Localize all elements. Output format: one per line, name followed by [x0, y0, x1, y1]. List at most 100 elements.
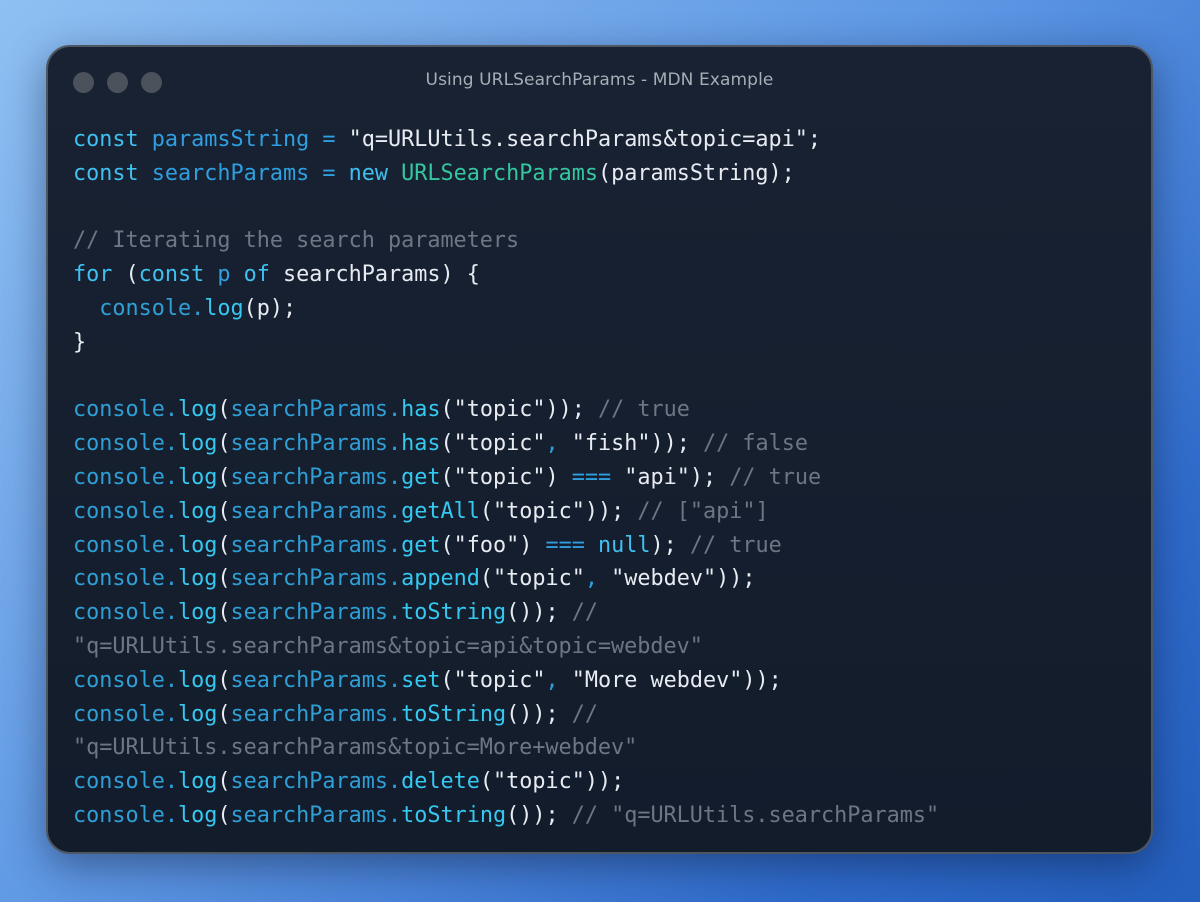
plain-token: ));	[650, 431, 690, 457]
plain-token: ));	[584, 498, 625, 524]
method-token: log	[177, 431, 218, 457]
code-line: for (const p of searchParams) {	[73, 258, 1131, 292]
object-token: console.	[73, 532, 178, 558]
code-line: console.log(searchParams.toString()); //…	[73, 799, 1131, 833]
code-line: console.log(searchParams.get("topic") ==…	[73, 461, 1131, 495]
plain-token: (	[440, 532, 454, 558]
comment-token: "q=URLUtils.searchParams&topic=More+webd…	[73, 735, 638, 761]
code-line: console.log(p);	[73, 292, 1131, 326]
operator-token: ,	[545, 431, 559, 457]
method-token: log	[177, 498, 218, 524]
plain-token: (	[217, 464, 231, 490]
plain-token: ;	[807, 127, 822, 152]
object-token: console.	[73, 431, 178, 457]
code-line: console.log(searchParams.toString()); //	[73, 596, 1131, 630]
code-line: console.log(searchParams.toString()); //	[73, 698, 1131, 732]
operator-token: =	[322, 127, 336, 152]
object-token: console.	[73, 464, 178, 490]
method-token: set	[401, 667, 441, 693]
keyword-token: for	[73, 262, 113, 288]
object-token: searchParams.	[230, 431, 402, 457]
plain-token: )	[519, 532, 546, 558]
keyword-token: new	[348, 160, 388, 186]
object-token: console.	[73, 701, 178, 727]
method-token: log	[177, 769, 218, 795]
object-token: console.	[73, 498, 178, 524]
plain-token: (	[440, 431, 454, 457]
plain-token: ));	[545, 397, 585, 423]
object-token: searchParams.	[230, 566, 402, 592]
object-token: searchParams.	[230, 532, 402, 558]
plain-token: ));	[584, 769, 625, 795]
method-token: get	[401, 464, 441, 490]
method-token: log	[177, 397, 218, 423]
plain-token: ));	[716, 566, 756, 592]
object-token: console.	[73, 600, 178, 626]
code-line: "q=URLUtils.searchParams&topic=api&topic…	[73, 630, 1131, 664]
string-token: "topic"	[453, 464, 546, 490]
string-token: "foo"	[453, 532, 520, 558]
method-token: append	[401, 566, 480, 592]
method-token: log	[177, 701, 218, 727]
keyword-token: const	[73, 160, 139, 186]
plain-token: (	[112, 262, 139, 288]
comment-token: // true	[584, 397, 690, 423]
object-token: searchParams.	[230, 802, 402, 828]
keyword-token: const	[138, 262, 205, 288]
object-token: searchParams.	[230, 701, 402, 727]
keyword-token: null	[597, 532, 651, 558]
plain-token: (	[217, 600, 231, 626]
variable-token: paramsString	[151, 127, 310, 152]
method-token: log	[177, 600, 218, 626]
object-token: console.	[73, 397, 178, 423]
code-line: const searchParams = new URLSearchParams…	[73, 157, 1131, 191]
code-line: console.log(searchParams.set("topic", "M…	[73, 664, 1131, 698]
method-token: log	[177, 566, 218, 592]
plain-token: (	[440, 397, 454, 423]
comment-token: // Iterating the search parameters	[73, 228, 520, 254]
string-token: "api"	[624, 464, 690, 490]
object-token: searchParams.	[230, 498, 402, 524]
string-token: "topic"	[453, 667, 546, 693]
plain-token: ());	[506, 802, 559, 828]
method-token: log	[204, 295, 244, 321]
string-token: "topic"	[492, 498, 585, 524]
plain-token: (	[440, 667, 454, 693]
method-token: toString	[401, 701, 507, 727]
object-token: searchParams.	[230, 769, 402, 795]
method-token: has	[401, 397, 441, 423]
method-token: has	[401, 431, 441, 457]
method-token: toString	[401, 600, 507, 626]
method-token: log	[177, 532, 218, 558]
operator-token: ,	[584, 566, 598, 592]
string-token: "fish"	[571, 431, 651, 457]
plain-token: (	[217, 532, 231, 558]
plain-token: (	[479, 769, 493, 795]
string-token: "topic"	[492, 769, 585, 795]
plain-token: (	[440, 464, 454, 490]
object-token: searchParams.	[230, 667, 402, 693]
operator-token: =	[322, 160, 336, 186]
code-line: console.log(searchParams.has("topic", "f…	[73, 427, 1131, 461]
object-token: searchParams.	[230, 600, 402, 626]
method-token: get	[401, 532, 441, 558]
plain-token: (	[217, 498, 231, 524]
comment-token: // ["api"]	[624, 498, 769, 524]
object-token: console.	[99, 295, 205, 321]
object-token: searchParams.	[230, 397, 402, 423]
plain-token: (	[217, 769, 231, 795]
